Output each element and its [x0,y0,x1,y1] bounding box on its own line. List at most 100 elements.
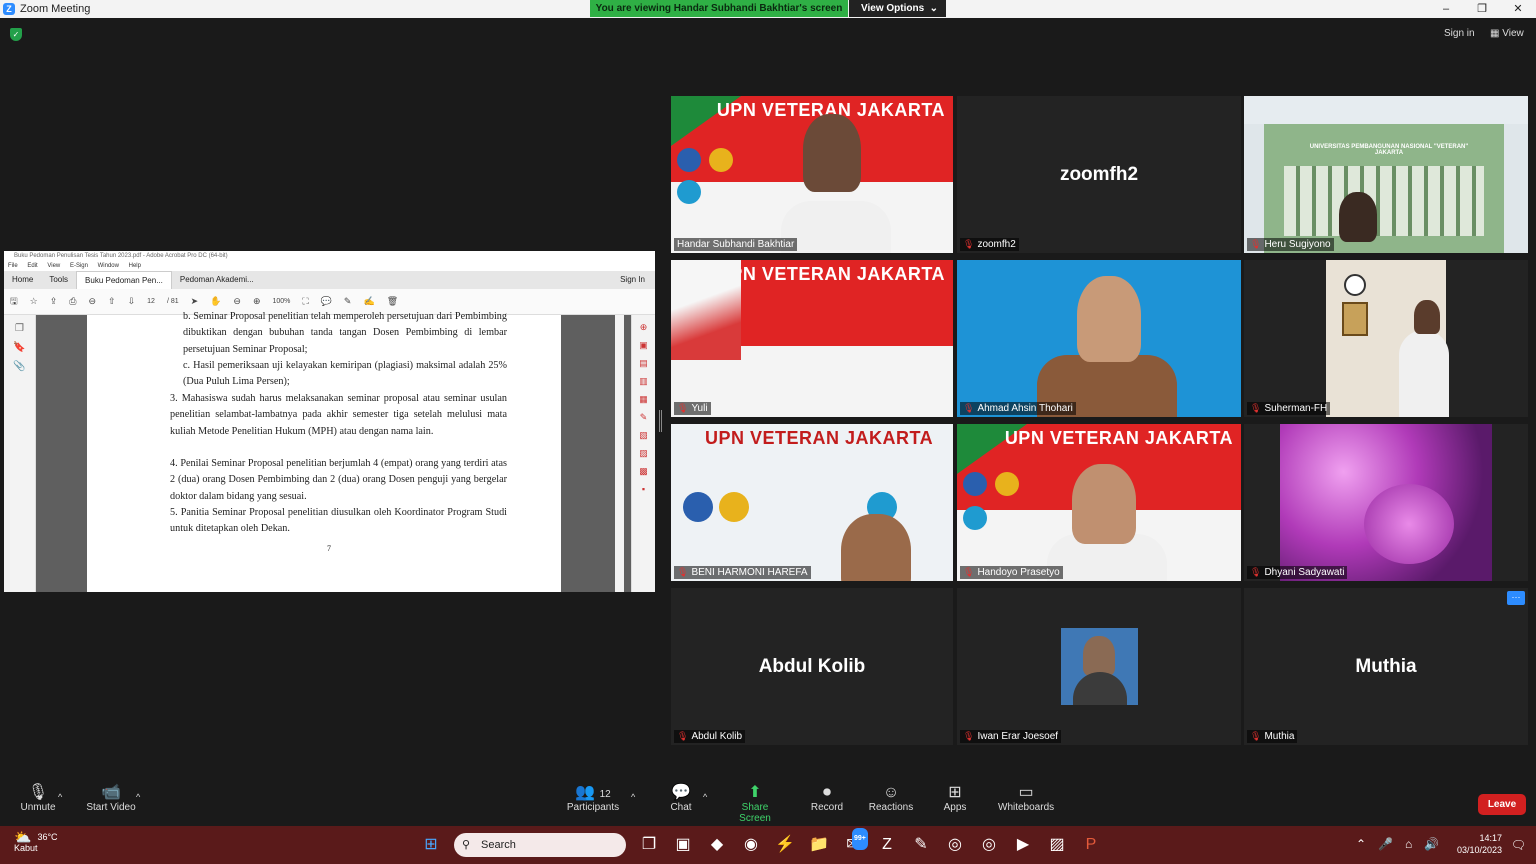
taskbar-search[interactable]: ⚲ Search [454,833,626,857]
save-icon[interactable]: 🖫 [10,294,18,310]
tab-doc-buku-pedoman[interactable]: Buku Pedoman Pen... [76,271,172,289]
network-icon[interactable]: ⌂ [1405,837,1412,851]
video-tile-beni[interactable]: UPN VETERAN JAKARTA 🎙 BENI HARMONI HAREFA [671,424,953,581]
close-button[interactable]: ✕ [1500,0,1536,18]
participants-caret[interactable]: ^ [631,792,635,802]
start-video-button[interactable]: 📹 Start Video [86,780,136,813]
video-tile-ahmad[interactable]: 🎙 Ahmad Ahsin Thohari [957,260,1241,417]
windows-start-icon[interactable]: ⊞ [420,834,442,856]
media-player-icon[interactable]: ▶ [1012,834,1034,856]
view-button[interactable]: ▦ View [1490,28,1524,39]
video-tile-heru[interactable]: UNIVERSITAS PEMBANGUNAN NASIONAL "VETERA… [1244,96,1528,253]
notification-icon[interactable]: 🗨 [1511,838,1526,852]
compress-icon[interactable]: ▧ [632,430,655,441]
page-number-field[interactable]: 12 [147,298,155,305]
pages-thumbnail-icon[interactable]: ❐ [4,323,35,334]
comment-tool-icon[interactable]: ▪ [632,484,655,494]
chrome-icon[interactable]: ◎ [944,834,966,856]
panel-resize-handle[interactable] [659,410,662,432]
print-icon[interactable]: ⎙ [69,296,76,307]
organize-pages-icon[interactable]: ▥ [632,376,655,387]
hand-tool-icon[interactable]: ✋ [210,296,221,307]
whiteboards-button[interactable]: ▭ Whiteboards [998,780,1054,813]
video-tile-iwan[interactable]: 🎙 Iwan Erar Joesoef [957,588,1241,745]
export-pdf-icon[interactable]: ▤ [632,358,655,369]
apps-button[interactable]: ⊞ Apps [942,780,968,813]
powerpoint-icon[interactable]: P [1080,834,1102,856]
bolt-app-icon[interactable]: ⚡ [774,834,796,856]
edit-pdf-icon[interactable]: ▦ [632,394,655,405]
video-tile-handoyo[interactable]: UPN VETERAN JAKARTA 🎙 Handoyo Prasetyo [957,424,1241,581]
select-pointer-icon[interactable]: ➤ [191,296,199,307]
chat-caret[interactable]: ^ [703,792,707,802]
audio-options-caret[interactable]: ^ [58,792,62,802]
video-options-caret[interactable]: ^ [136,792,140,802]
menu-help[interactable]: Help [129,263,141,269]
task-view-icon[interactable]: ❐ [638,834,660,856]
unmute-button[interactable]: 🎙 Unmute [18,780,58,813]
menu-edit[interactable]: Edit [27,263,37,269]
sign-icon[interactable]: ✍ [363,296,374,307]
attachment-icon[interactable]: 📎 [4,361,35,372]
volume-icon[interactable]: 🔊 [1424,837,1439,851]
encryption-shield-icon[interactable]: ✓ [10,28,22,41]
zoom-plus-icon[interactable]: ⊕ [253,296,261,307]
leave-button[interactable]: Leave [1478,794,1526,815]
menu-esign[interactable]: E-Sign [70,263,88,269]
tab-doc-pedoman-akademik[interactable]: Pedoman Akademi... [172,271,262,289]
file-explorer-icon[interactable]: 📁 [808,834,830,856]
menu-window[interactable]: Window [98,263,119,269]
view-options-button[interactable]: View Options ⌄ [849,0,946,17]
chat-button[interactable]: 💬 Chat [668,780,694,813]
minimize-button[interactable]: – [1428,0,1464,18]
excel-export-icon[interactable]: ▨ [632,448,655,459]
notepad-icon[interactable]: ✎ [910,834,932,856]
taskbar-clock[interactable]: 14:17 03/10/2023 [1457,832,1502,856]
protect-icon[interactable]: ▩ [632,466,655,477]
fill-sign-icon[interactable]: ✎ [632,412,655,423]
video-tile-muthia[interactable]: Muthia 🎙 Muthia [1244,588,1528,745]
mail-icon[interactable]: ✉99+ [842,828,868,856]
video-tile-yuli[interactable]: UPN VETERAN JAKARTA 🎙 Yuli [671,260,953,417]
document-scrollbar[interactable] [615,315,624,592]
zoom-tool-icon[interactable]: ⊕ [632,322,655,333]
comment-icon[interactable]: 💬 [321,296,332,307]
delete-icon[interactable]: 🗑 [387,296,398,307]
create-pdf-icon[interactable]: ▣ [632,340,655,351]
zoom-level[interactable]: 100% [272,298,290,305]
shared-screen[interactable]: Buku Pedoman Penulisan Tesis Tahun 2023.… [4,251,655,592]
tab-home[interactable]: Home [4,271,41,289]
dropbox-icon[interactable]: ◆ [706,834,728,856]
tab-tools[interactable]: Tools [41,271,76,289]
share-screen-button[interactable]: ⬆ Share Screen [726,780,784,824]
video-tile-zoomfh2[interactable]: zoomfh2 🎙 zoomfh2 [957,96,1241,253]
star-icon[interactable]: ☆ [30,296,38,307]
weather-widget[interactable]: ⛅ 36°C Kabut [14,830,58,854]
edge-icon[interactable]: ◉ [740,834,762,856]
zoom-minus-icon[interactable]: ⊖ [233,296,241,307]
page-up-icon[interactable]: ⇧ [108,296,116,307]
bookmark-icon[interactable]: 🔖 [4,342,35,353]
upload-icon[interactable]: ⇪ [50,296,58,307]
video-tile-abdul[interactable]: Abdul Kolib 🎙 Abdul Kolib [671,588,953,745]
page-down-icon[interactable]: ⇩ [128,296,136,307]
acrobat-sign-in[interactable]: Sign In [620,271,645,289]
chrome-profile-icon[interactable]: ◎ [978,834,1000,856]
pen-icon[interactable]: ✎ [344,296,352,307]
video-tile-dhyani[interactable]: 🎙 Dhyani Sadyawati [1244,424,1528,581]
menu-file[interactable]: File [8,263,18,269]
microphone-icon[interactable]: 🎤 [1378,837,1393,851]
record-button[interactable]: ⏺ Record [810,780,844,813]
more-options-button[interactable]: ··· [1507,591,1525,605]
teams-icon[interactable]: ▣ [672,834,694,856]
participants-button[interactable]: 👥 12 Participants [566,780,620,813]
zoom-out-icon[interactable]: ⊖ [89,296,97,307]
restore-button[interactable]: ❐ [1464,0,1500,18]
tray-expand-icon[interactable]: ⌃ [1356,837,1366,851]
sign-in-link[interactable]: Sign in [1444,28,1475,39]
video-tile-handar[interactable]: UPN VETERAN JAKARTA Handar Subhandi Bakh… [671,96,953,253]
video-tile-suherman[interactable]: 🎙 Suherman-FH [1244,260,1528,417]
zoom-taskbar-icon[interactable]: Z [876,834,898,856]
reactions-button[interactable]: ☺ Reactions [868,780,914,813]
menu-view[interactable]: View [47,263,60,269]
